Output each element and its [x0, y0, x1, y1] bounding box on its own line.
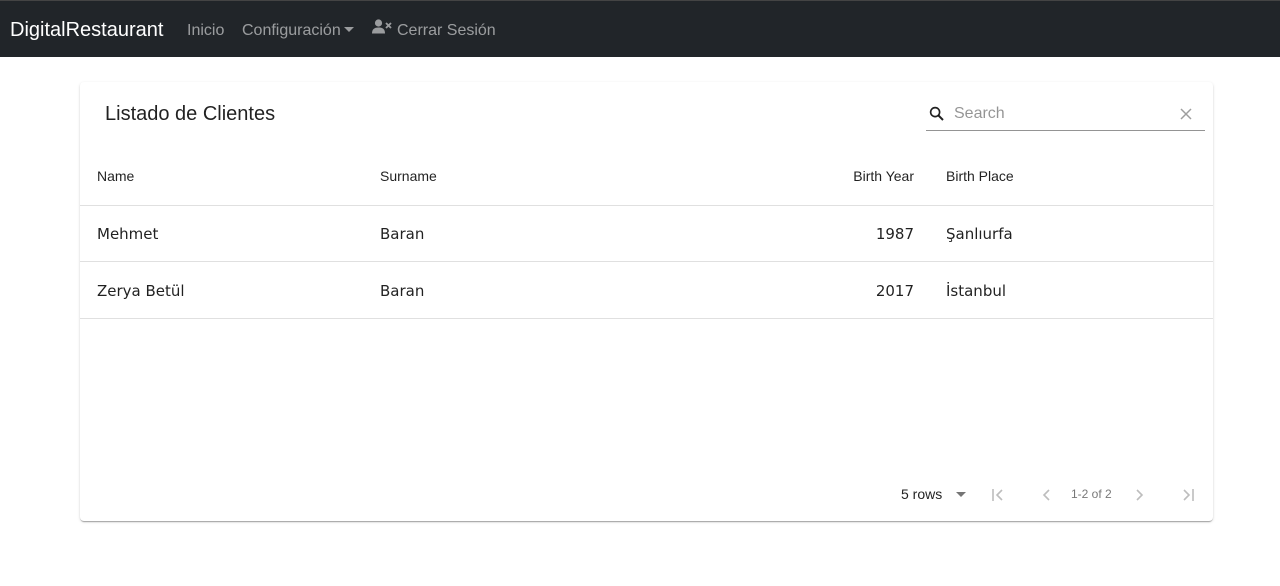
nav-dropdown-config-label: Configuración — [242, 22, 341, 39]
cell-name: Zerya Betül — [97, 282, 185, 300]
top-navbar: DigitalRestaurant Inicio Configuración C… — [0, 0, 1280, 57]
cell-birth-place: İstanbul — [946, 282, 1007, 300]
column-header-birth-year[interactable]: Birth Year — [780, 168, 914, 184]
chevron-right-icon[interactable] — [1128, 483, 1152, 507]
page-title: Listado de Clientes — [105, 103, 276, 125]
nav-link-logout-label: Cerrar Sesión — [397, 22, 496, 39]
nav-dropdown-config[interactable]: Configuración — [242, 21, 354, 41]
cell-birth-place: Şanlıurfa — [946, 225, 1013, 243]
cell-surname: Baran — [380, 282, 425, 300]
nav-link-home[interactable]: Inicio — [187, 21, 224, 41]
table-row[interactable]: Zerya Betül Baran 2017 İstanbul — [80, 262, 1213, 318]
row-divider — [80, 318, 1213, 319]
first-page-icon[interactable] — [986, 483, 1010, 507]
user-times-icon — [372, 19, 392, 40]
brand-logo[interactable]: DigitalRestaurant — [10, 18, 163, 42]
cell-birth-year: 2017 — [875, 282, 914, 300]
pagination-range: 1-2 of 2 — [1071, 487, 1112, 501]
caret-down-icon — [343, 27, 354, 33]
cell-birth-year: 1987 — [875, 225, 914, 243]
rows-per-page-select[interactable]: 5 rows — [901, 485, 942, 503]
column-header-surname[interactable]: Surname — [380, 168, 437, 184]
clients-card: Listado de Clientes Name Surname Birth Y… — [80, 82, 1213, 521]
cell-name: Mehmet — [97, 225, 159, 243]
chevron-left-icon[interactable] — [1034, 483, 1058, 507]
last-page-icon[interactable] — [1176, 483, 1200, 507]
column-header-name[interactable]: Name — [97, 168, 134, 184]
caret-down-icon[interactable] — [956, 492, 966, 497]
search-input[interactable] — [954, 102, 1164, 126]
cell-surname: Baran — [380, 225, 425, 243]
table-row[interactable]: Mehmet Baran 1987 Şanlıurfa — [80, 206, 1213, 262]
column-header-birth-place[interactable]: Birth Place — [946, 168, 1014, 184]
close-icon[interactable] — [1179, 107, 1193, 126]
search-field — [926, 100, 1205, 131]
nav-link-logout[interactable]: Cerrar Sesión — [372, 19, 496, 41]
search-icon — [928, 105, 946, 128]
